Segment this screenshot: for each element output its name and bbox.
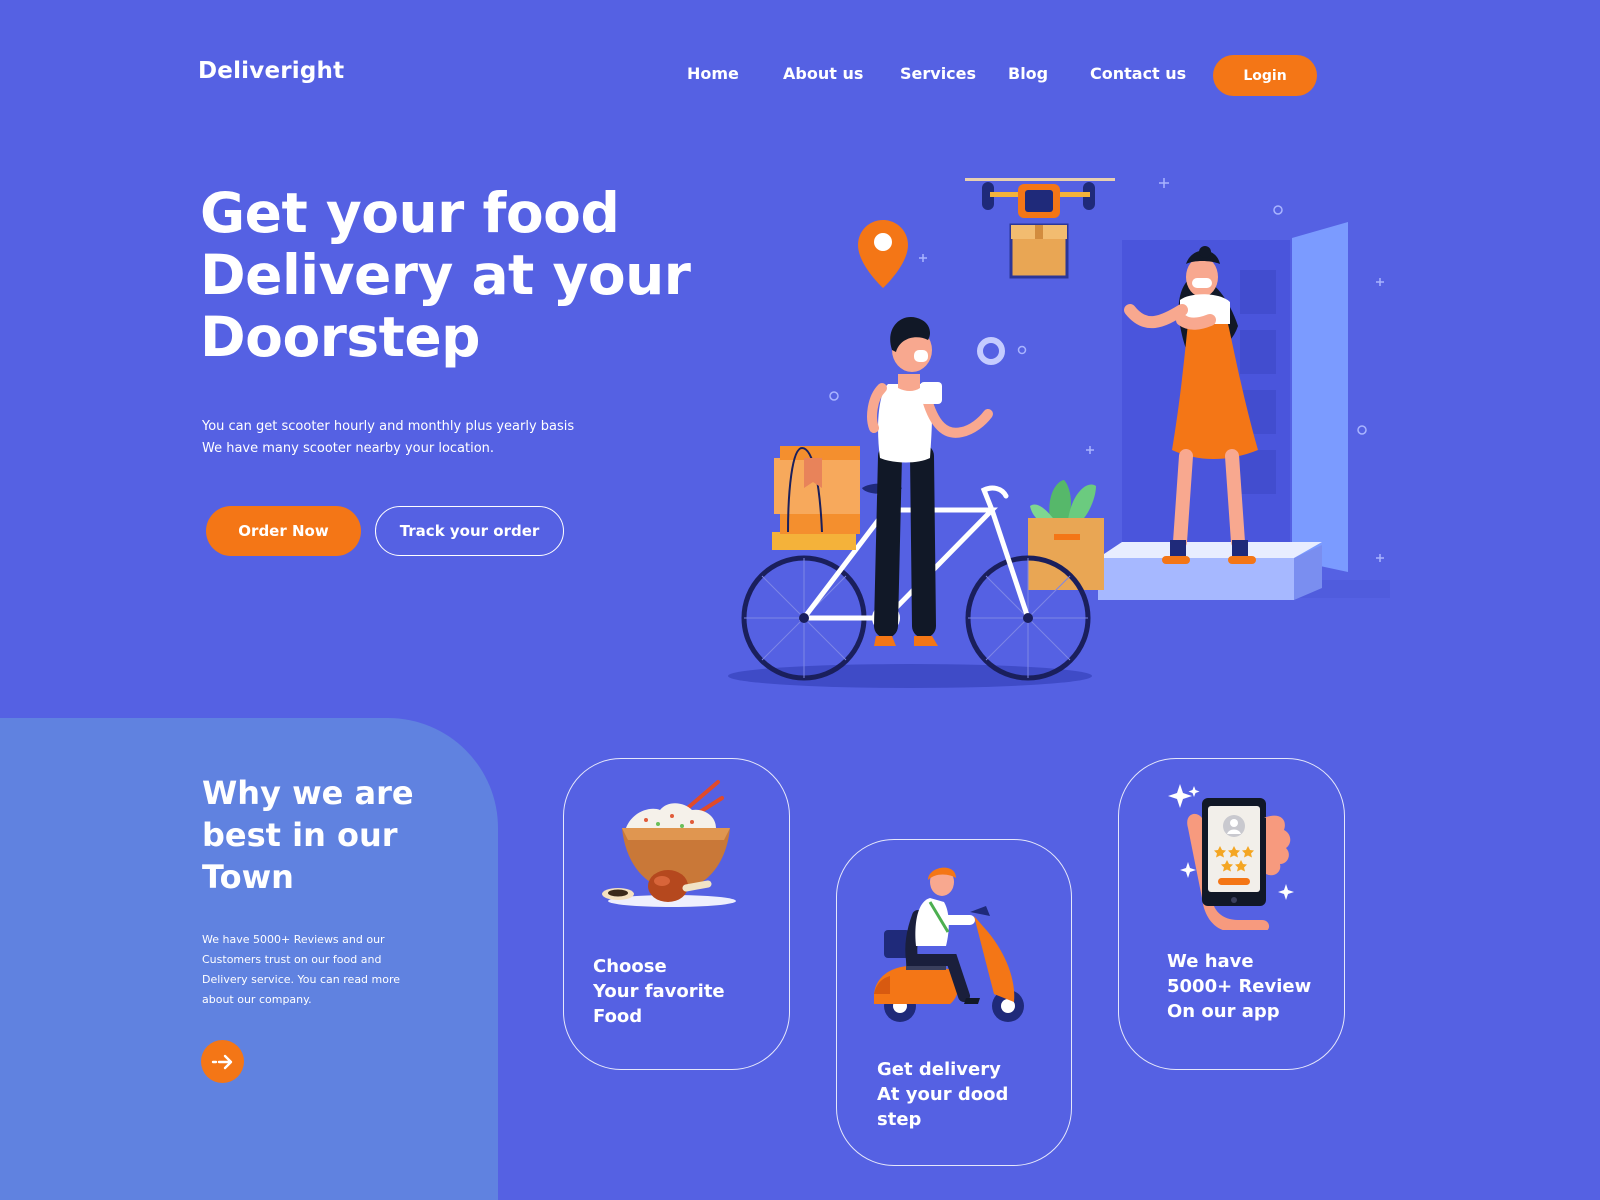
nav-contact-us[interactable]: Contact us: [1090, 64, 1186, 83]
location-pin-icon: [858, 220, 908, 288]
order-now-button[interactable]: Order Now: [206, 506, 361, 556]
nav-services[interactable]: Services: [900, 64, 976, 83]
login-button[interactable]: Login: [1213, 55, 1317, 96]
read-more-arrow-button[interactable]: [201, 1040, 244, 1083]
why-description-line-2: Customers trust on our food and: [202, 953, 382, 966]
card-delivery-line-3: step: [877, 1109, 922, 1130]
drone-icon: [965, 178, 1115, 279]
hero-title-line-1: Get your food: [200, 181, 620, 245]
ring-icon: [977, 337, 1005, 365]
card-food-line-3: Food: [593, 1006, 643, 1027]
parcel-boxes-icon: [772, 446, 860, 550]
scooter-rider-icon: [874, 867, 1024, 1022]
hero-title-line-3: Doorstep: [200, 305, 481, 369]
card-food-text: Choose Your favorite Food: [593, 954, 725, 1029]
brand-logo[interactable]: Deliveright: [198, 58, 344, 84]
hero-title: Get your food Delivery at your Doorstep: [200, 182, 760, 368]
nav-home[interactable]: Home: [687, 64, 739, 83]
hero-subtitle-line-1: You can get scooter hourly and monthly p…: [202, 419, 575, 434]
why-description-line-4: about our company.: [202, 993, 312, 1006]
why-title-line-2: best in our: [202, 816, 398, 854]
card-delivery-line-2: At your dood: [877, 1084, 1009, 1105]
why-description-line-3: Delivery service. You can read more: [202, 973, 401, 986]
why-description-line-1: We have 5000+ Reviews and our: [202, 933, 385, 946]
card-food-line-1: Choose: [593, 956, 667, 977]
hero-subtitle: You can get scooter hourly and monthly p…: [202, 416, 574, 460]
card-reviews-line-3: On our app: [1167, 1001, 1280, 1022]
why-title-line-1: Why we are: [202, 774, 414, 812]
hero-title-line-2: Delivery at your: [200, 243, 691, 307]
card-reviews-line-1: We have: [1167, 951, 1254, 972]
track-order-button[interactable]: Track your order: [375, 506, 564, 556]
card-food-line-2: Your favorite: [593, 981, 725, 1002]
why-description: We have 5000+ Reviews and our Customers …: [202, 930, 412, 1010]
rice-bowl-icon: [602, 780, 736, 907]
card-reviews-line-2: 5000+ Review: [1167, 976, 1312, 997]
card-delivery-line-1: Get delivery: [877, 1059, 1001, 1080]
arrow-right-icon: [211, 1054, 232, 1069]
hero-subtitle-line-2: We have many scooter nearby your locatio…: [202, 441, 495, 456]
phone-review-icon: [1168, 784, 1294, 930]
delivery-illustration: [728, 178, 1390, 688]
why-title-line-3: Town: [202, 858, 294, 896]
why-title: Why we are best in our Town: [202, 772, 462, 898]
card-reviews-text: We have 5000+ Review On our app: [1167, 949, 1311, 1024]
nav-blog[interactable]: Blog: [1008, 64, 1048, 83]
card-delivery-text: Get delivery At your dood step: [877, 1057, 1008, 1132]
nav-about-us[interactable]: About us: [783, 64, 863, 83]
